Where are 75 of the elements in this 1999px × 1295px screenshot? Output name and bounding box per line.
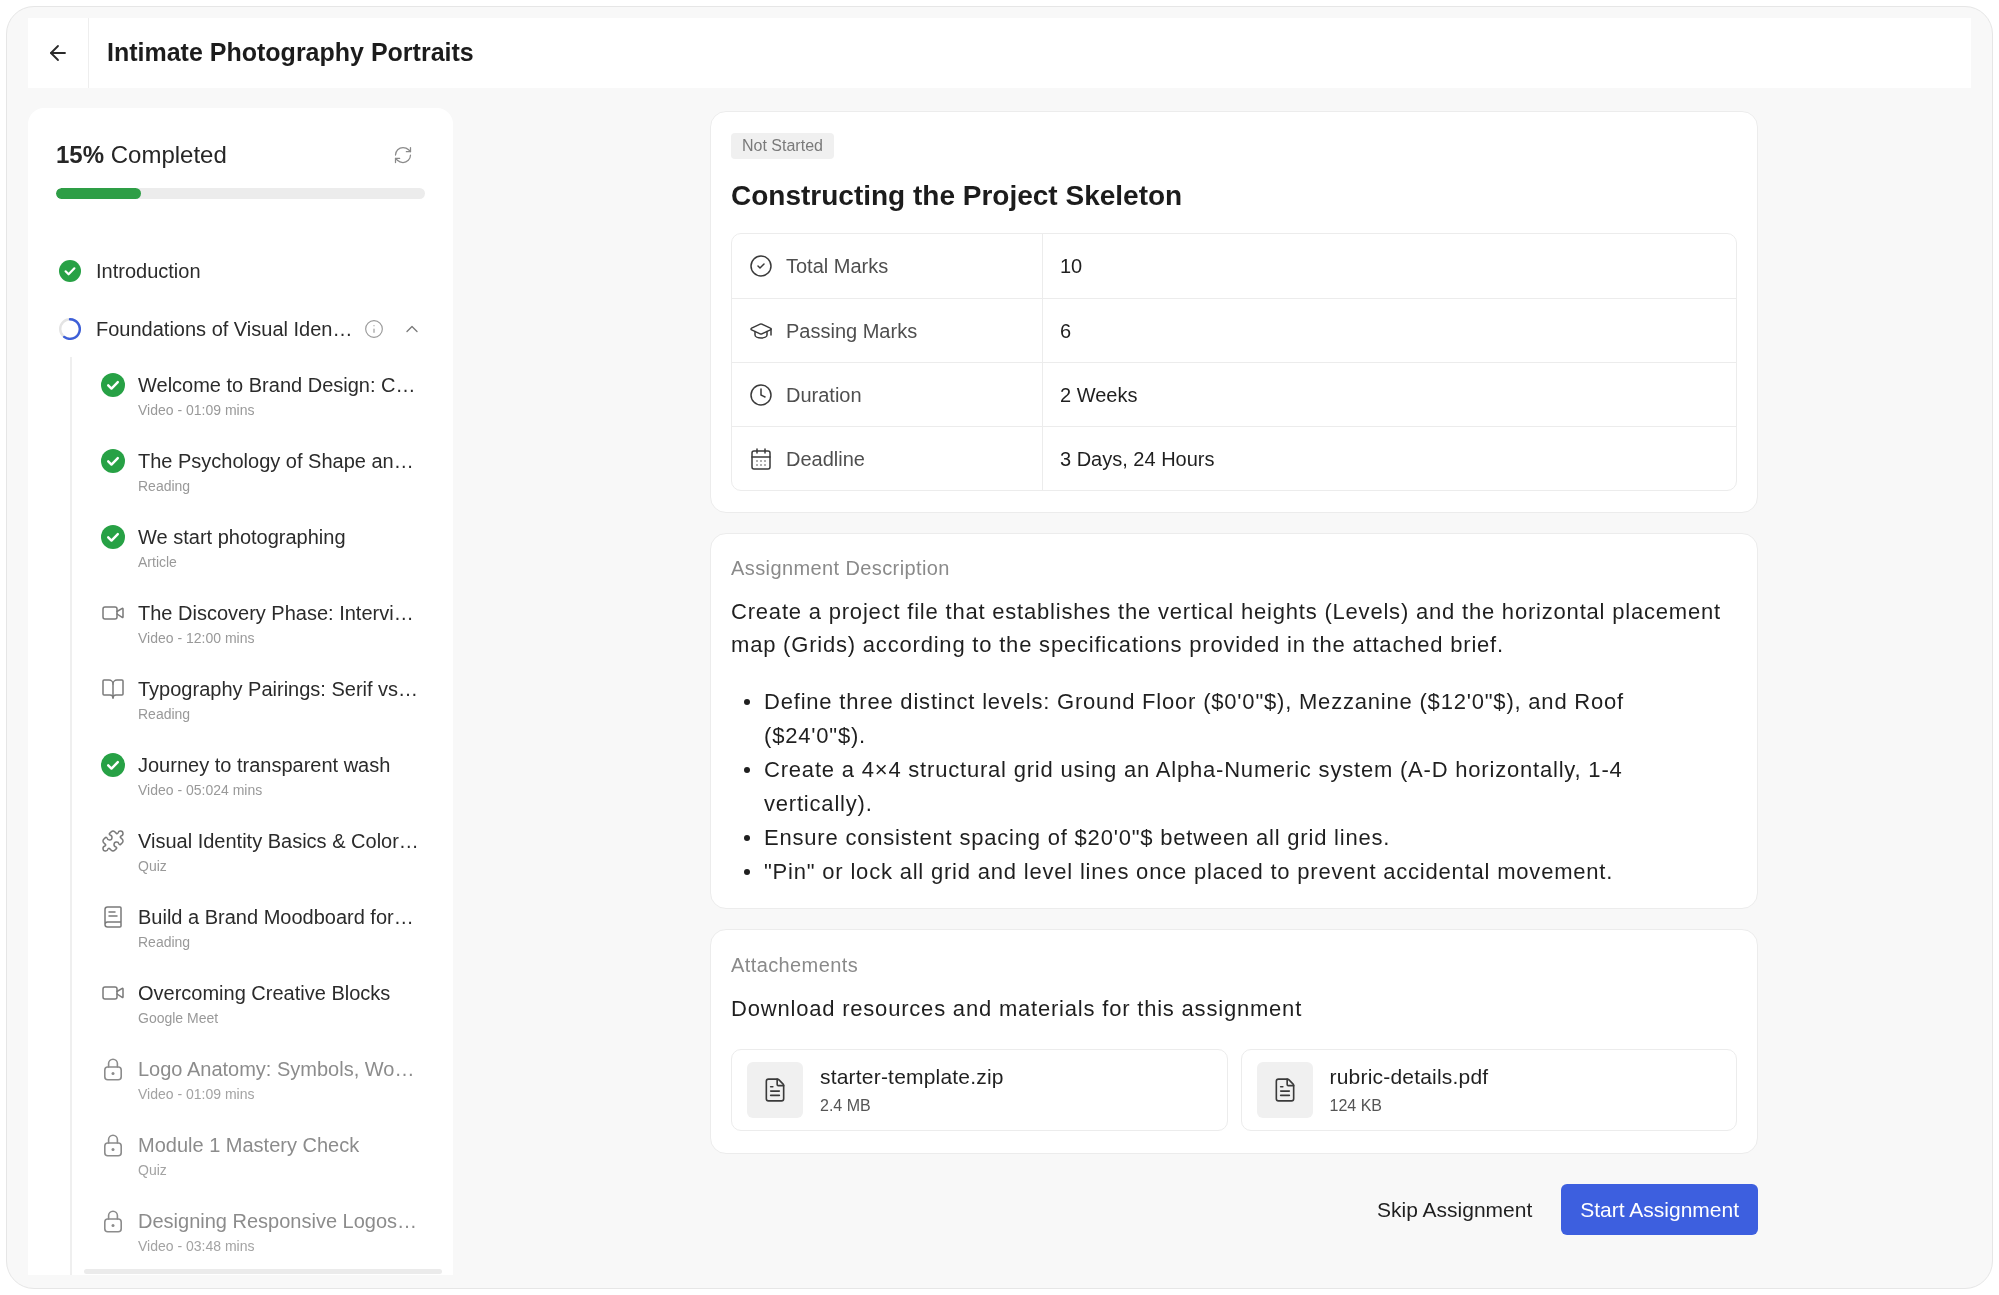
file-size: 124 KB: [1329, 1096, 1383, 1116]
notebook-icon: [101, 905, 125, 929]
check-circle-icon: [59, 260, 81, 282]
lesson-type: Reading: [138, 705, 192, 724]
module-title[interactable]: Foundations of Visual Iden…: [96, 316, 353, 342]
lesson-type: Reading: [138, 477, 192, 496]
refresh-button[interactable]: [393, 145, 413, 165]
detail-value: 2 Weeks: [1060, 382, 1138, 408]
bullet-icon: [744, 835, 750, 841]
detail-value: 6: [1060, 318, 1072, 344]
lock-icon: [101, 1209, 125, 1233]
detail-value: 3 Days, 24 Hours: [1060, 446, 1215, 472]
detail-value: 10: [1060, 254, 1083, 279]
lesson-type: Video - 01:09 mins: [138, 401, 256, 420]
detail-label: Deadline: [786, 446, 865, 472]
lesson-type: Google Meet: [138, 1009, 220, 1028]
info-icon[interactable]: [364, 319, 385, 339]
lesson-title[interactable]: The Psychology of Shape an…: [138, 448, 414, 474]
description-text: Create a project file that establishes the vertical heights (Levels) and the horizontal placement map (Grids) according to the specifications provided in the attached brief.: [731, 598, 1722, 659]
calendar-icon: [749, 446, 773, 471]
bullet-text: Create a 4×4 structural grid using an Alpha-Numeric system (A-D horizontally, 1-4 vertically).: [764, 756, 1624, 818]
progress-ring-icon: [59, 318, 81, 340]
section-heading: Assignment Description: [731, 556, 951, 581]
refresh-icon: [393, 145, 413, 165]
file-name: starter-template.zip: [820, 1064, 1004, 1090]
check-circle-icon: [749, 254, 773, 278]
lesson-type: Quiz: [138, 857, 168, 876]
lock-icon: [101, 1057, 125, 1081]
lesson-title[interactable]: Build a Brand Moodboard for…: [138, 904, 414, 930]
lesson-title[interactable]: Journey to transparent wash: [138, 752, 391, 778]
lesson-type: Video - 05:024 mins: [138, 781, 264, 800]
lesson-type: Article: [138, 553, 178, 572]
bullet-icon: [744, 869, 750, 875]
file-card[interactable]: rubric-details.pdf 124 KB: [1240, 1049, 1737, 1131]
open-book-icon: [101, 677, 125, 701]
check-circle-icon: [101, 373, 125, 397]
status-badge: Not Started: [731, 133, 834, 159]
lesson-type: Video - 03:48 mins: [138, 1237, 256, 1256]
file-card[interactable]: starter-template.zip 2.4 MB: [731, 1049, 1228, 1131]
lesson-type: Quiz: [138, 1161, 168, 1180]
progress-label: 15% Completed: [56, 141, 227, 169]
lock-icon: [101, 1133, 125, 1157]
attachments-subtitle: Download resources and materials for this assignment: [731, 995, 1304, 1023]
check-circle-icon: [101, 525, 125, 549]
lesson-type: Reading: [138, 933, 192, 952]
lesson-title[interactable]: We start photographing: [138, 524, 346, 550]
detail-label: Duration: [786, 382, 862, 408]
detail-label: Total Marks: [786, 254, 889, 279]
start-button[interactable]: Start Assignment: [1561, 1184, 1758, 1235]
puzzle-icon: [101, 829, 125, 853]
module-title[interactable]: Introduction: [96, 258, 201, 284]
section-heading: Attachements: [731, 953, 860, 978]
file-icon: [1256, 1062, 1313, 1118]
bullet-icon: [744, 699, 750, 705]
skip-button[interactable]: Skip Assignment: [1365, 1184, 1545, 1235]
lesson-title[interactable]: The Discovery Phase: Intervi…: [138, 600, 414, 626]
lesson-type: Video - 12:00 mins: [138, 629, 256, 648]
lesson-title[interactable]: Visual Identity Basics & Color…: [138, 828, 419, 854]
bullet-text: "Pin" or lock all grid and level lines once placed to prevent accidental movement.: [764, 858, 1614, 886]
lesson-title[interactable]: Typography Pairings: Serif vs…: [138, 676, 419, 702]
bullet-icon: [744, 767, 750, 773]
bullet-text: Ensure consistent spacing of $20'0"$ between all grid lines.: [764, 824, 1391, 852]
lesson-type: Video - 01:09 mins: [138, 1085, 256, 1104]
file-size: 2.4 MB: [820, 1096, 872, 1116]
clock-icon: [749, 382, 773, 407]
file-name: rubric-details.pdf: [1329, 1064, 1489, 1090]
lesson-title[interactable]: Overcoming Creative Blocks: [138, 980, 391, 1006]
lesson-title[interactable]: Welcome to Brand Design: C…: [138, 372, 416, 398]
file-icon: [747, 1062, 803, 1118]
check-circle-icon: [101, 753, 125, 777]
page-title: Intimate Photography Portraits: [106, 37, 474, 69]
assignment-title: Constructing the Project Skeleton: [731, 179, 1184, 213]
detail-label: Passing Marks: [786, 318, 918, 344]
check-circle-icon: [101, 449, 125, 473]
bullet-text: Define three distinct levels: Ground Floor ($0'0"$), Mezzanine ($12'0"$), and Roof ($24'0"$).: [764, 688, 1626, 750]
